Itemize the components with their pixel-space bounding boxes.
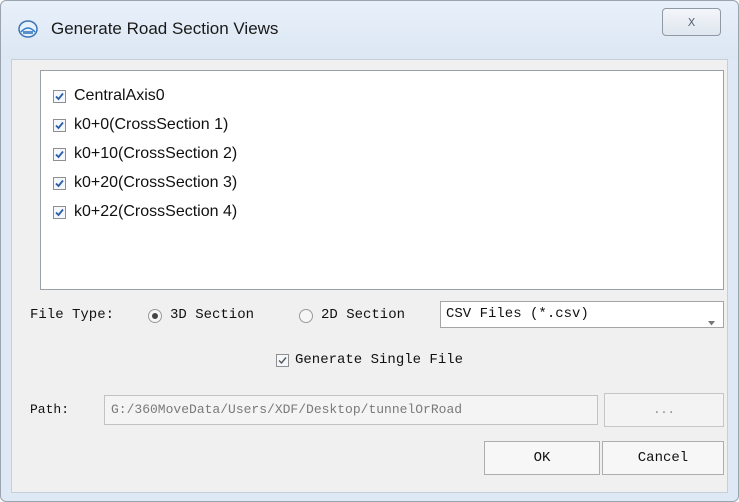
list-item[interactable]: k0+20(CrossSection 3) bbox=[53, 171, 237, 195]
path-input[interactable]: G:/360MoveData/Users/XDF/Desktop/tunnelO… bbox=[104, 395, 598, 425]
radio-3d-section-label[interactable]: 3D Section bbox=[170, 307, 254, 323]
close-button[interactable]: X bbox=[662, 8, 721, 36]
dialog-body: CentralAxis0 k0+0(CrossSection 1) k0+10(… bbox=[11, 59, 728, 493]
list-item[interactable]: k0+22(CrossSection 4) bbox=[53, 200, 237, 224]
list-item-label: k0+20(CrossSection 3) bbox=[74, 174, 238, 191]
list-item-label: CentralAxis0 bbox=[74, 87, 165, 104]
list-item[interactable]: k0+10(CrossSection 2) bbox=[53, 142, 237, 166]
app-icon bbox=[18, 20, 38, 38]
ok-button[interactable]: OK bbox=[484, 441, 600, 475]
item-checkbox[interactable] bbox=[53, 118, 66, 132]
browse-button[interactable]: ... bbox=[604, 393, 724, 427]
list-item-label: k0+22(CrossSection 4) bbox=[74, 203, 238, 220]
cancel-button[interactable]: Cancel bbox=[602, 441, 724, 475]
file-type-label: File Type: bbox=[30, 307, 115, 323]
radio-2d-section-label[interactable]: 2D Section bbox=[321, 307, 405, 323]
list-item[interactable]: k0+0(CrossSection 1) bbox=[53, 113, 228, 137]
radio-3d-section[interactable] bbox=[148, 309, 162, 323]
path-label: Path: bbox=[30, 402, 70, 417]
ok-button-label: OK bbox=[533, 450, 551, 466]
file-format-select[interactable]: CSV Files (*.csv) bbox=[440, 301, 724, 328]
section-list[interactable]: CentralAxis0 k0+0(CrossSection 1) k0+10(… bbox=[40, 70, 724, 290]
window-title: Generate Road Section Views bbox=[51, 19, 279, 38]
item-checkbox[interactable] bbox=[53, 147, 66, 161]
title-bar: Generate Road Section Views X bbox=[1, 1, 738, 59]
list-item-label: k0+10(CrossSection 2) bbox=[74, 145, 238, 162]
radio-selected-dot bbox=[152, 313, 158, 319]
file-format-value: CSV Files (*.csv) bbox=[446, 306, 589, 322]
radio-2d-section[interactable] bbox=[299, 309, 313, 323]
single-file-label[interactable]: Generate Single File bbox=[295, 352, 463, 368]
dialog-window: Generate Road Section Views X CentralAxi… bbox=[0, 0, 739, 502]
item-checkbox[interactable] bbox=[53, 205, 66, 219]
browse-button-label: ... bbox=[653, 403, 675, 417]
list-item[interactable]: CentralAxis0 bbox=[53, 84, 165, 108]
chevron-down-icon bbox=[708, 311, 715, 330]
cancel-button-label: Cancel bbox=[637, 450, 689, 466]
list-item-label: k0+0(CrossSection 1) bbox=[74, 116, 229, 133]
item-checkbox[interactable] bbox=[53, 176, 66, 190]
close-icon: X bbox=[687, 15, 696, 29]
single-file-checkbox[interactable] bbox=[276, 354, 289, 367]
path-value: G:/360MoveData/Users/XDF/Desktop/tunnelO… bbox=[111, 402, 463, 417]
item-checkbox[interactable] bbox=[53, 89, 66, 103]
